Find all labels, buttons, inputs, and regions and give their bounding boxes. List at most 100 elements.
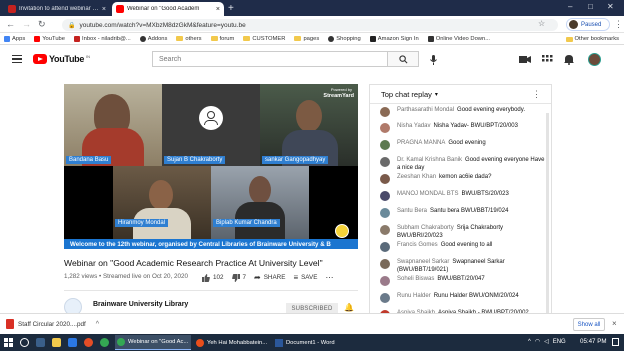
address-bar-row: ← → ↻ 🔒 youtube.com/watch?v=MXbzM8dzGkM&… xyxy=(0,16,624,33)
notification-bell-icon[interactable]: 🔔 xyxy=(344,303,354,312)
gmail-icon xyxy=(8,5,16,13)
like-button[interactable]: 102 xyxy=(202,273,224,282)
chat-text: Runu Halder BWU/ONM/20/024 xyxy=(433,293,519,299)
star-icon[interactable]: ☆ xyxy=(538,19,545,29)
notifications-icon[interactable] xyxy=(612,338,619,346)
bookmark-shopping[interactable]: Shopping xyxy=(328,35,361,42)
profile-label: Paused xyxy=(581,21,602,28)
menu-dots-icon[interactable]: ⋮ xyxy=(614,19,623,29)
chat-avatar[interactable] xyxy=(380,191,390,201)
task-view-icon[interactable] xyxy=(36,338,45,347)
edge-icon[interactable] xyxy=(68,338,77,347)
create-video-icon[interactable] xyxy=(519,54,531,65)
chrome-icon[interactable] xyxy=(100,338,109,347)
clock[interactable]: 05:47 PM xyxy=(580,338,606,345)
bookmark-others[interactable]: others xyxy=(176,36,202,42)
chat-message: Francis Gomes Good evening to all xyxy=(380,242,548,252)
chat-avatar[interactable] xyxy=(380,225,390,235)
chat-header[interactable]: Top chat replay ▾ xyxy=(370,85,551,104)
chat-avatar[interactable] xyxy=(380,293,390,303)
participant-tile-4: Hiranmoy Mondal xyxy=(113,166,211,239)
participant-tile-3: Powered by StreamYard sankar Gangopadhya… xyxy=(260,84,358,166)
chat-scrollbar[interactable] xyxy=(546,113,549,313)
dislike-button[interactable]: 7 xyxy=(231,273,246,282)
user-avatar[interactable] xyxy=(588,53,601,66)
close-icon[interactable]: × xyxy=(612,319,617,328)
forward-icon[interactable]: → xyxy=(22,19,31,29)
bookmark-apps[interactable]: Apps xyxy=(4,35,25,42)
chat-avatar[interactable] xyxy=(380,123,390,133)
new-tab-button[interactable]: + xyxy=(228,3,234,14)
chat-avatar[interactable] xyxy=(380,107,390,117)
windows-start-icon[interactable] xyxy=(4,338,13,347)
pdf-file-icon xyxy=(6,319,14,329)
chat-avatar[interactable] xyxy=(380,276,390,286)
firefox-icon[interactable] xyxy=(84,338,93,347)
chrome-icon xyxy=(117,338,125,346)
close-tab-icon[interactable]: × xyxy=(216,6,220,13)
bookmark-video-downloader[interactable]: Online Video Down... xyxy=(427,35,490,42)
bookmark-customer[interactable]: CUSTOMER xyxy=(243,36,285,42)
youtube-logo[interactable]: YouTube IN xyxy=(33,54,90,64)
chat-avatar[interactable] xyxy=(380,208,390,218)
search-button[interactable] xyxy=(387,51,419,67)
taskbar-app-chrome[interactable]: Webinar on "Good Ac... xyxy=(115,335,191,350)
chevron-up-icon[interactable]: ^ xyxy=(528,339,531,345)
bookmark-amazon[interactable]: Amazon Sign In xyxy=(369,35,419,42)
video-player[interactable]: Bandana Basu Sujan B Chakraborty Powered… xyxy=(64,84,358,249)
chat-message: Soheli Biswas BWU/BBT/20/047 xyxy=(380,276,548,286)
url-field[interactable]: 🔒 youtube.com/watch?v=MXbzM8dzGkM&featur… xyxy=(62,19,558,31)
bookmark-youtube[interactable]: YouTube xyxy=(34,35,65,42)
apps-grid-icon[interactable] xyxy=(541,54,553,65)
bookmark-forum[interactable]: forum xyxy=(210,36,234,42)
taskbar-app-word[interactable]: Document1 - Word xyxy=(273,335,353,350)
powered-by-text: Powered by xyxy=(330,87,352,92)
other-bookmarks[interactable]: Other bookmarks xyxy=(565,33,619,45)
more-actions-icon[interactable]: ⋯ xyxy=(325,273,333,282)
bookmark-inbox[interactable]: Inbox - niladrib@... xyxy=(74,35,131,42)
language-indicator[interactable]: ENG xyxy=(553,339,566,345)
channel-name[interactable]: Brainware University Library xyxy=(93,301,188,308)
microphone-icon[interactable] xyxy=(428,54,438,65)
profile-avatar xyxy=(569,20,578,29)
divider xyxy=(64,290,358,291)
chat-avatar[interactable] xyxy=(380,174,390,184)
bookmark-pages[interactable]: pages xyxy=(294,36,319,42)
show-all-button[interactable]: Show all xyxy=(573,318,605,331)
notifications-bell-icon[interactable] xyxy=(563,54,575,65)
chat-author: Subham Chakraborty xyxy=(397,225,454,231)
reload-icon[interactable]: ↻ xyxy=(38,19,46,29)
close-window-icon[interactable]: ✕ xyxy=(607,2,614,11)
youtube-wordmark: YouTube xyxy=(49,54,85,64)
chevron-up-icon[interactable]: ^ xyxy=(96,321,99,328)
like-count: 102 xyxy=(213,274,224,281)
taskbar-app-video[interactable]: Yeh Hai Mohabbatein... xyxy=(194,335,270,350)
chat-avatar[interactable] xyxy=(380,157,390,167)
participant-name-label: Bandana Basu xyxy=(66,156,112,164)
file-explorer-icon[interactable] xyxy=(52,338,61,347)
profile-button[interactable]: Paused xyxy=(566,18,610,31)
share-button[interactable]: ➦ SHARE xyxy=(254,273,285,282)
hamburger-menu-icon[interactable] xyxy=(12,55,22,63)
search-input[interactable]: Search xyxy=(152,51,387,67)
gmail-icon xyxy=(74,35,80,42)
maximize-icon[interactable]: □ xyxy=(588,2,593,11)
wifi-icon[interactable]: ◠ xyxy=(535,338,540,345)
bookmark-addons[interactable]: Addons xyxy=(139,35,167,42)
minimize-icon[interactable]: – xyxy=(568,2,572,11)
back-icon[interactable]: ← xyxy=(6,19,15,29)
tab-webinar[interactable]: Webinar on "Good Academ × xyxy=(112,2,224,16)
chat-more-icon[interactable]: ⋮ xyxy=(532,89,541,100)
chat-avatar[interactable] xyxy=(380,259,390,269)
chat-author: Francis Gomes xyxy=(397,242,438,248)
tab-invitation[interactable]: Invitation to attend webinar on × xyxy=(4,2,110,16)
close-tab-icon[interactable]: × xyxy=(102,6,106,13)
chat-avatar[interactable] xyxy=(380,242,390,252)
chat-text: Good evening to all xyxy=(440,242,493,248)
search-icon[interactable] xyxy=(20,338,29,347)
playlist-add-icon: ≡ xyxy=(293,273,299,282)
download-item[interactable]: Staff Circular 2020....pdf ^ xyxy=(6,319,99,329)
save-button[interactable]: ≡ SAVE xyxy=(293,273,317,282)
volume-icon[interactable]: ◁ xyxy=(544,338,549,345)
chat-avatar[interactable] xyxy=(380,140,390,150)
